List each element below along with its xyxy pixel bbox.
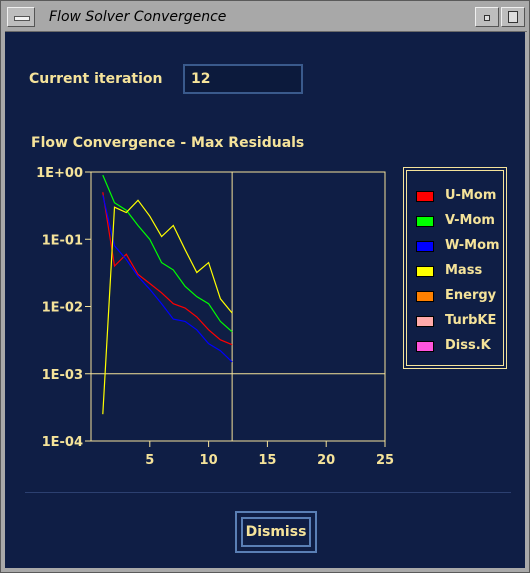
y-tick-label: 1E-01 <box>42 233 83 248</box>
legend-swatch <box>416 191 434 202</box>
legend-swatch <box>416 266 434 277</box>
x-tick-label: 20 <box>317 453 335 468</box>
legend-item: Mass <box>415 262 503 280</box>
y-tick-label: 1E-03 <box>42 368 83 383</box>
legend-label: Energy <box>445 288 497 303</box>
legend-label: W-Mom <box>445 238 500 253</box>
legend-item: TurbKE <box>415 312 503 330</box>
x-tick-label: 5 <box>145 453 154 468</box>
legend-swatch <box>416 291 434 302</box>
maximize-icon <box>508 11 518 23</box>
legend-label: V-Mom <box>445 213 495 228</box>
legend-label: TurbKE <box>445 313 497 328</box>
menu-bar-icon <box>14 16 30 21</box>
separator <box>25 492 511 493</box>
dialog-window: Flow Solver Convergence Current iteratio… <box>0 0 530 573</box>
legend-item: U-Mom <box>415 187 503 205</box>
legend-label: U-Mom <box>445 188 497 203</box>
x-tick-label: 15 <box>258 453 276 468</box>
legend-item: W-Mom <box>415 237 503 255</box>
legend-label: Diss.K <box>445 338 491 353</box>
x-tick-label: 10 <box>200 453 218 468</box>
legend-item: V-Mom <box>415 212 503 230</box>
minimize-icon <box>484 15 490 21</box>
title-bar[interactable]: Flow Solver Convergence <box>5 5 527 32</box>
y-tick-label: 1E-04 <box>42 435 83 450</box>
x-tick-label: 25 <box>376 453 394 468</box>
series-line-mass <box>102 199 233 415</box>
window-title: Flow Solver Convergence <box>49 9 227 25</box>
series-line-u-mom <box>102 192 233 346</box>
legend-swatch <box>416 241 434 252</box>
legend-label: Mass <box>445 263 483 278</box>
y-tick-label: 1E-02 <box>42 301 83 316</box>
dismiss-button-label: Dismiss <box>241 517 311 547</box>
chart-legend: U-Mom V-Mom W-Mom Mass Energy TurbKE Diss.K <box>403 167 507 369</box>
legend-swatch <box>416 216 434 227</box>
dialog-content: Current iteration 12 Flow Convergence - … <box>5 32 525 568</box>
maximize-button[interactable] <box>501 7 525 27</box>
dismiss-button[interactable]: Dismiss <box>235 511 317 553</box>
series-line-w-mom <box>102 195 233 363</box>
legend-swatch <box>416 341 434 352</box>
minimize-button[interactable] <box>475 7 499 27</box>
legend-swatch <box>416 316 434 327</box>
legend-item: Energy <box>415 287 503 305</box>
window-menu-button[interactable] <box>7 7 35 27</box>
y-tick-label: 1E+00 <box>36 166 83 181</box>
legend-item: Diss.K <box>415 337 503 355</box>
plot-frame <box>90 171 386 442</box>
series-line-v-mom <box>102 174 233 333</box>
